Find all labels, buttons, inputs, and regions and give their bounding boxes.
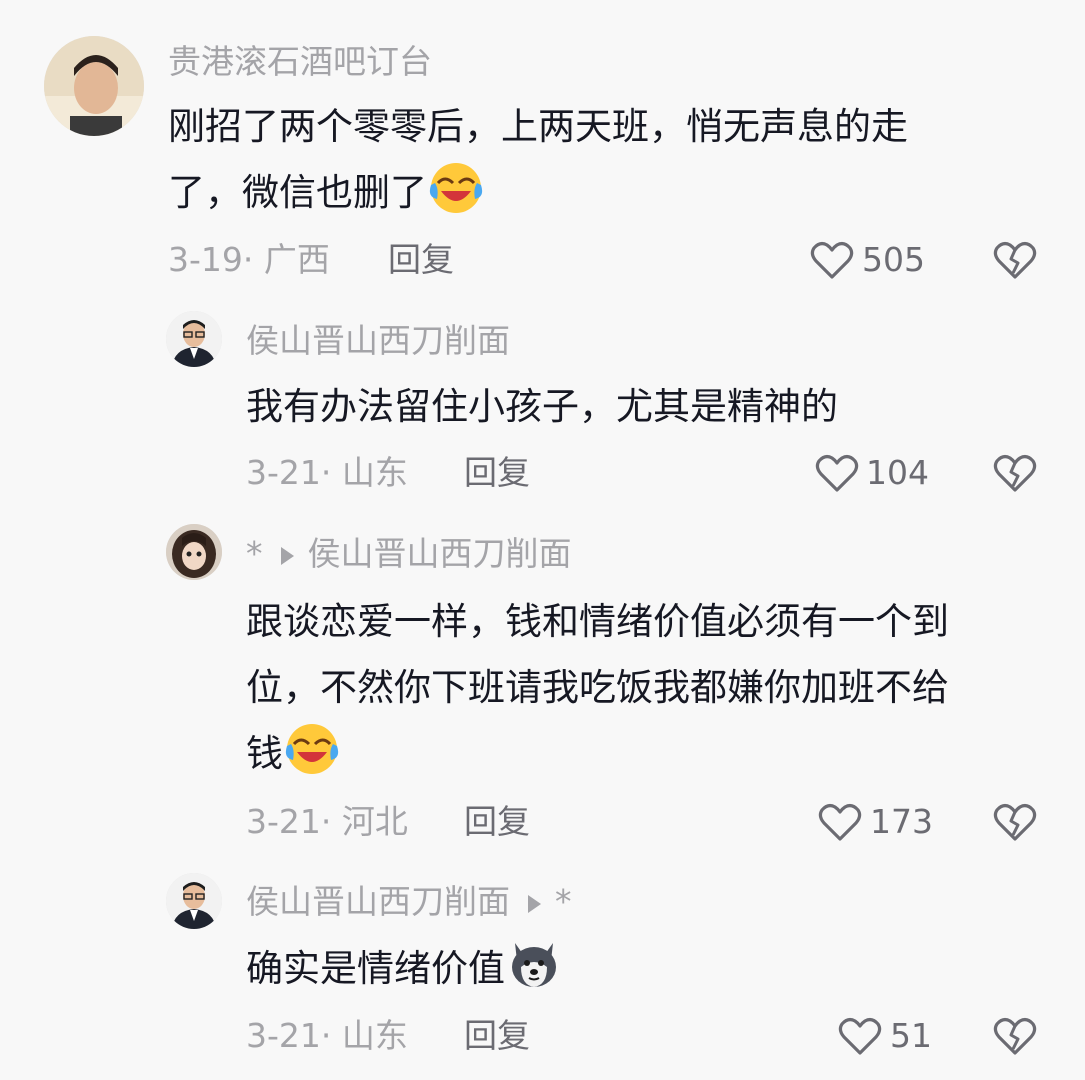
reply-arrow-icon <box>528 894 541 913</box>
comment-text-line: 了，微信也删了 <box>168 160 1028 226</box>
husky-dog-emoji <box>512 943 556 987</box>
heart-icon[interactable] <box>810 240 854 280</box>
avatar[interactable] <box>44 36 144 136</box>
reply-arrow-icon <box>280 546 294 565</box>
comment-location: 河北 <box>341 802 408 841</box>
avatar-photo <box>166 873 222 929</box>
comment-username: 侯山晋山西刀削面 * <box>246 882 572 922</box>
comment-text: 我有办法留住小孩子，尤其是精神的 <box>246 374 1036 440</box>
comment-location: 山东 <box>341 453 408 492</box>
comment-username[interactable]: 贵港滚石酒吧订台 <box>168 42 432 82</box>
like-count: 104 <box>866 453 929 492</box>
comment-text-line: 钱 <box>246 721 1046 787</box>
comment-meta: 3-19· 广西 <box>168 240 330 279</box>
comment-date: 3-21 <box>246 1016 321 1055</box>
comment-username[interactable]: 侯山晋山西刀削面 <box>246 321 510 361</box>
comment-text-line: 我有办法留住小孩子，尤其是精神的 <box>246 385 838 428</box>
comment-date: 3-21 <box>246 802 321 841</box>
avatar[interactable] <box>166 873 222 929</box>
reply-to-username[interactable]: * <box>555 882 572 921</box>
broken-heart-icon[interactable] <box>993 453 1037 493</box>
comment-text-line: 跟谈恋爱一样，钱和情绪价值必须有一个到 <box>246 600 949 643</box>
comment-text-line: 刚招了两个零零后，上两天班，悄无声息的走 <box>168 105 908 148</box>
comment-text: 刚招了两个零零后，上两天班，悄无声息的走 了，微信也删了 <box>168 94 1028 226</box>
comment-text-line: 位，不然你下班请我吃饭我都嫌你加班不给 <box>246 666 949 709</box>
comment-date: 3-19 <box>168 240 243 279</box>
comment-location: 山东 <box>341 1016 408 1055</box>
reply-to-username[interactable]: 侯山晋山西刀削面 <box>308 534 572 573</box>
comment-text-segment: 确实是情绪价值 <box>246 947 505 990</box>
comment-location: 广西 <box>263 240 330 279</box>
reply-button[interactable]: 回复 <box>464 802 530 842</box>
heart-icon[interactable] <box>818 802 862 842</box>
reply-button[interactable]: 回复 <box>464 453 530 493</box>
like-count: 505 <box>862 240 925 279</box>
avatar[interactable] <box>166 524 222 580</box>
laughing-crying-emoji <box>429 163 483 213</box>
comment-meta: 3-21· 山东 <box>246 453 408 492</box>
username-link[interactable]: 侯山晋山西刀削面 <box>246 882 510 921</box>
heart-icon[interactable] <box>838 1016 882 1056</box>
laughing-crying-emoji <box>285 724 339 774</box>
broken-heart-icon[interactable] <box>993 802 1037 842</box>
comment-text-segment: 了，微信也删了 <box>168 171 427 214</box>
comment-meta: 3-21· 河北 <box>246 802 408 841</box>
comment-text-line: 确实是情绪价值 <box>246 936 1036 1002</box>
comment-meta: 3-21· 山东 <box>246 1016 408 1055</box>
avatar-photo <box>44 36 144 136</box>
reply-button[interactable]: 回复 <box>464 1016 530 1056</box>
avatar-photo <box>166 524 222 580</box>
username-link[interactable]: * <box>246 534 263 573</box>
reply-button[interactable]: 回复 <box>388 240 454 280</box>
comment-username: * 侯山晋山西刀削面 <box>246 534 572 574</box>
like-count: 51 <box>890 1016 932 1055</box>
broken-heart-icon[interactable] <box>993 1016 1037 1056</box>
avatar[interactable] <box>166 311 222 367</box>
comment-text: 跟谈恋爱一样，钱和情绪价值必须有一个到 位，不然你下班请我吃饭我都嫌你加班不给 … <box>246 589 1046 787</box>
broken-heart-icon[interactable] <box>993 240 1037 280</box>
like-count: 173 <box>870 802 933 841</box>
comment-date: 3-21 <box>246 453 321 492</box>
comment-text: 确实是情绪价值 <box>246 936 1036 1002</box>
comment-text-segment: 钱 <box>246 732 283 775</box>
avatar-photo <box>166 311 222 367</box>
heart-icon[interactable] <box>815 453 859 493</box>
